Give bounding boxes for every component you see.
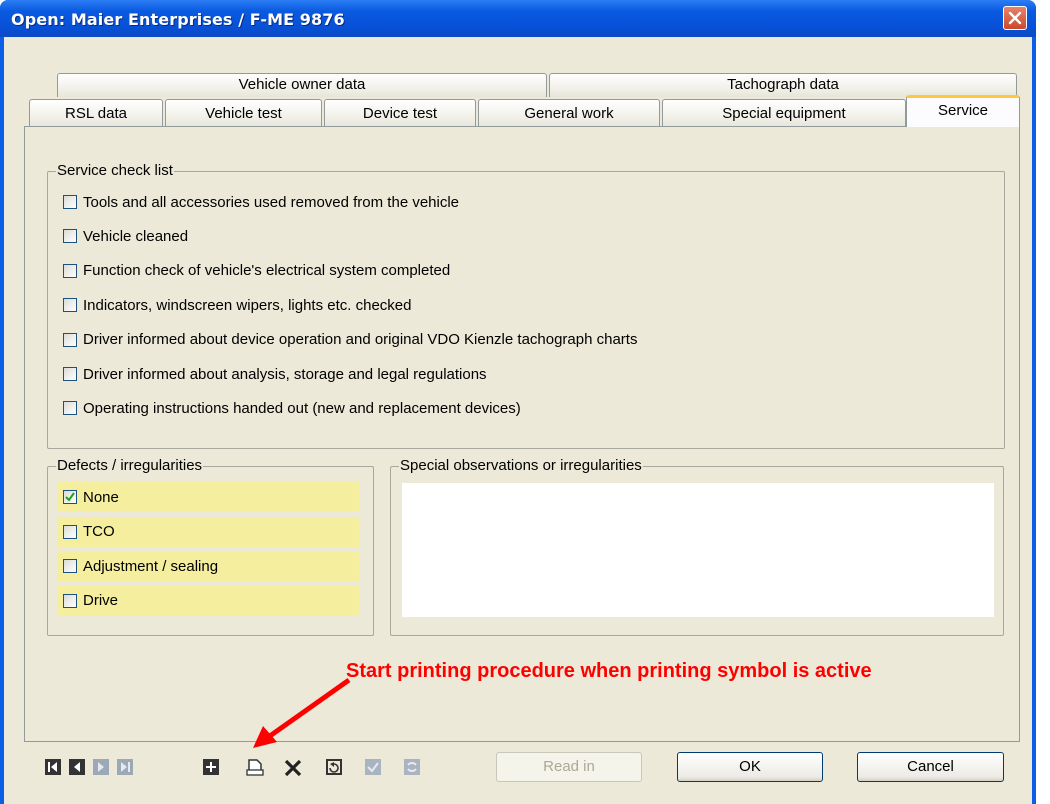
window-title: Open: Maier Enterprises / F-ME 9876 [11,10,345,29]
next-record-icon [93,759,109,775]
checkbox-label: Driver informed about analysis, storage … [83,365,487,383]
checkbox[interactable] [63,195,77,209]
annotation-text: Start printing procedure when printing s… [346,660,872,682]
checkbox[interactable] [63,263,77,278]
defect-option[interactable]: Adjustment / sealing [57,551,359,581]
checkbox[interactable] [63,559,77,573]
tab-label: Special equipment [722,105,846,122]
ok-button[interactable]: OK [677,752,823,782]
checkbox-label: Drive [83,592,119,609]
checkbox[interactable] [63,490,77,504]
checkbox-label: Adjustment / sealing [83,557,219,575]
checkbox[interactable] [63,332,77,347]
close-icon [1008,11,1022,25]
tab-label: Device test [362,105,438,122]
checklist-item[interactable]: Tools and all accessories used removed f… [63,192,459,212]
tab-special-equipment[interactable]: Special equipment [662,99,906,127]
checkbox-label: Indicators, windscreen wipers, lights et… [83,296,412,314]
tab-label: Service [937,102,989,119]
checkbox-label: Function check of vehicle's electrical s… [83,262,451,280]
checklist-item[interactable]: Vehicle cleaned [63,226,188,246]
group-title: Service check list [56,162,174,179]
delete-icon[interactable] [284,759,302,777]
tab-device-test[interactable]: Device test [324,99,476,127]
checklist-item[interactable]: Indicators, windscreen wipers, lights et… [63,295,411,315]
tab-label: RSL data [65,105,127,122]
group-title: Special observations or irregularities [399,457,643,474]
previous-record-icon[interactable] [69,759,85,775]
tab-vehicle-owner-data[interactable]: Vehicle owner data [57,73,547,97]
first-record-icon[interactable] [45,759,61,775]
checklist-item[interactable]: Operating instructions handed out (new a… [63,398,521,418]
checklist-item[interactable]: Driver informed about analysis, storage … [63,364,487,384]
undo-icon[interactable] [326,759,342,775]
checkbox[interactable] [63,524,77,539]
checkbox[interactable] [63,229,77,244]
defect-option[interactable]: None [57,482,359,512]
defect-option[interactable]: TCO [57,516,359,547]
read-in-button: Read in [496,752,642,782]
checkbox-label: Vehicle cleaned [83,227,189,245]
confirm-icon [365,759,381,775]
checkbox[interactable] [63,298,77,313]
title-bar[interactable]: Open: Maier Enterprises / F-ME 9876 [0,0,1036,37]
tab-service[interactable]: Service [906,95,1020,127]
checkbox[interactable] [63,367,77,381]
last-record-icon [117,759,133,775]
tab-label: General work [524,105,614,122]
annotation-arrow [253,677,351,748]
tab-label: Vehicle owner data [238,76,366,93]
checkmark-icon [65,492,75,502]
checklist-item[interactable]: Function check of vehicle's electrical s… [63,261,450,281]
print-icon[interactable] [246,759,264,776]
tab-rsl-data[interactable]: RSL data [29,99,163,127]
checkbox-label: Tools and all accessories used removed f… [83,193,460,211]
checkbox[interactable] [63,593,77,608]
refresh-icon [404,759,420,775]
tab-label: Vehicle test [205,105,282,122]
tab-vehicle-test[interactable]: Vehicle test [165,99,322,127]
cancel-button[interactable]: Cancel [857,752,1004,782]
checkbox-label: None [83,488,119,506]
add-record-icon[interactable] [203,759,219,775]
checklist-item[interactable]: Driver informed about device operation a… [63,330,637,350]
checkbox[interactable] [63,401,77,416]
checkbox-label: TCO [83,523,115,540]
group-title: Defects / irregularities [56,457,204,474]
checkbox-label: Driver informed about device operation a… [83,331,638,349]
close-button[interactable] [1003,6,1027,30]
tab-label: Tachograph data [727,76,839,93]
tab-tachograph-data[interactable]: Tachograph data [549,73,1017,97]
defect-option[interactable]: Drive [57,585,359,616]
tab-general-work[interactable]: General work [478,99,660,127]
observations-textarea[interactable] [402,483,994,617]
checkbox-label: Operating instructions handed out (new a… [83,399,521,417]
